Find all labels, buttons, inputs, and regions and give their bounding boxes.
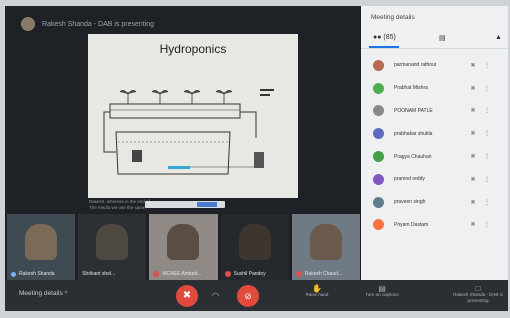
more-options-icon[interactable]: ⋮	[482, 62, 492, 69]
raise-hand-button[interactable]: ✋ Raise hand	[297, 285, 337, 298]
mic-off-button[interactable]: ✖	[176, 285, 198, 307]
participant-thumbnails: Rakesh Shanda Shrikant shel... MCAEE Amb…	[5, 214, 361, 280]
avatar	[373, 82, 384, 94]
tile-name: Sushil Pandey	[233, 271, 266, 277]
meeting-details-panel: Meeting details ●● (85) ▤ ▲ parmanand ra…	[361, 6, 508, 280]
participant-row[interactable]: praveen singh ✖ ⋮	[361, 191, 508, 214]
tab-more[interactable]: ▲	[495, 34, 502, 41]
participant-name: Prabhat Mishra	[394, 85, 428, 92]
participant-row[interactable]: pramod reddy ✖ ⋮	[361, 168, 508, 191]
captions-label: Turn on captions	[365, 292, 399, 297]
mic-off-icon	[153, 271, 160, 277]
participant-row[interactable]: Priyam Dastam ✖ ⋮	[361, 214, 508, 237]
avatar	[373, 151, 384, 163]
mic-off-icon[interactable]: ✖	[464, 176, 482, 183]
pin-icon	[11, 271, 16, 277]
participant-row[interactable]: Pragya Chauhan ✖ ⋮	[361, 145, 508, 168]
control-bar: Meeting details ^ ✖ ◠ ⊘ ✋ Raise hand ▤ T…	[5, 280, 508, 311]
participant-video	[96, 224, 129, 260]
participant-row[interactable]: parmanand rathour ✖ ⋮	[361, 54, 508, 77]
chat-icon: ▤	[439, 35, 446, 42]
avatar	[373, 219, 384, 231]
tile-name: MCAEE Ambed...	[162, 271, 202, 277]
presenter-text: Rakesh Shanda - DAB is presenting	[42, 20, 155, 28]
participant-name: Priyam Dastam	[394, 221, 429, 228]
mic-off-icon	[224, 271, 231, 277]
mic-off-icon[interactable]: ✖	[464, 85, 482, 92]
participant-name: POONAM PATLE	[394, 107, 433, 114]
camera-off-icon: ⊘	[244, 291, 252, 301]
more-options-icon[interactable]: ⋮	[482, 176, 492, 183]
meeting-details-button[interactable]: Meeting details ^	[19, 290, 68, 297]
more-options-icon[interactable]: ⋮	[482, 199, 492, 206]
participant-tile[interactable]: Sushil Pandey	[220, 214, 289, 280]
people-icon: ●●	[373, 34, 382, 41]
activities-icon: ▲	[495, 34, 502, 41]
mic-off-icon[interactable]: ✖	[464, 221, 482, 228]
shared-slide: Hydroponics	[88, 34, 298, 198]
mic-off-icon[interactable]: ✖	[464, 62, 482, 69]
participant-name: prabhakar shukla	[394, 130, 433, 137]
participant-tile[interactable]: MCAEE Ambed...	[149, 214, 218, 280]
avatar	[373, 196, 384, 208]
panel-title: Meeting details	[371, 14, 415, 21]
hydroponics-diagram	[103, 89, 274, 175]
mic-off-icon[interactable]: ✖	[464, 153, 482, 160]
presenter-avatar	[21, 17, 35, 31]
participant-row[interactable]: Prabhat Mishra ✖ ⋮	[361, 77, 508, 100]
chevron-up-icon: ^	[64, 290, 68, 297]
mic-off-icon[interactable]: ✖	[464, 130, 482, 137]
mic-off-icon	[295, 271, 302, 277]
avatar	[373, 128, 384, 140]
participant-list: parmanand rathour ✖ ⋮ Prabhat Mishra ✖ ⋮ POONA…	[361, 54, 508, 236]
avatar	[373, 105, 384, 117]
panel-tabs: ●● (85) ▤ ▲	[361, 30, 508, 49]
tile-name: Shrikant shel...	[82, 271, 116, 277]
participant-name: parmanand rathour	[394, 62, 437, 69]
participant-tile[interactable]: Rakesh Shanda	[7, 214, 76, 280]
avatar	[373, 59, 384, 71]
presentation-toolbar[interactable]	[145, 201, 225, 208]
more-options-icon[interactable]: ⋮	[482, 153, 492, 160]
participant-name: praveen singh	[394, 199, 426, 206]
hang-up-icon: ◠	[212, 291, 219, 300]
avatar	[373, 173, 384, 185]
active-tab-indicator	[369, 46, 399, 48]
leave-call-button[interactable]: ◠	[212, 291, 219, 300]
participant-name: pramod reddy	[394, 176, 425, 183]
participant-video	[309, 224, 342, 260]
presenting-button[interactable]: □ Rakesh Shanda - DAB is presenting	[452, 285, 504, 304]
mic-off-icon[interactable]: ✖	[464, 107, 482, 114]
people-count: (85)	[383, 34, 396, 41]
tile-name: Rakesh Shanda	[19, 271, 55, 277]
more-options-icon[interactable]: ⋮	[482, 107, 492, 114]
participant-tile[interactable]: Rakesh Chaud...	[291, 214, 361, 280]
participant-row[interactable]: POONAM PATLE ✖ ⋮	[361, 100, 508, 123]
participant-video	[25, 224, 57, 260]
tab-chat[interactable]: ▤	[439, 34, 446, 42]
mic-off-icon[interactable]: ✖	[464, 199, 482, 206]
participant-tile[interactable]: Shrikant shel...	[78, 214, 147, 280]
participant-video	[238, 224, 271, 260]
more-options-icon[interactable]: ⋮	[482, 85, 492, 92]
presenting-label: Rakesh Shanda - DAB is presenting	[453, 292, 503, 303]
mic-off-icon: ✖	[182, 290, 192, 301]
participant-video	[167, 224, 200, 260]
participant-row[interactable]: prabhakar shukla ✖ ⋮	[361, 122, 508, 145]
tab-people[interactable]: ●● (85)	[373, 34, 396, 41]
camera-off-button[interactable]: ⊘	[237, 285, 259, 307]
tile-name: Rakesh Chaud...	[304, 271, 343, 277]
meeting-details-label: Meeting details	[19, 290, 63, 297]
participant-name: Pragya Chauhan	[394, 153, 432, 160]
more-options-icon[interactable]: ⋮	[482, 221, 492, 228]
captions-button[interactable]: ▤ Turn on captions	[357, 285, 407, 298]
raise-hand-label: Raise hand	[305, 292, 329, 297]
more-options-icon[interactable]: ⋮	[482, 130, 492, 137]
meet-window: Rakesh Shanda - DAB is presenting Hydrop…	[5, 6, 508, 311]
toolbar-action[interactable]	[197, 202, 217, 207]
